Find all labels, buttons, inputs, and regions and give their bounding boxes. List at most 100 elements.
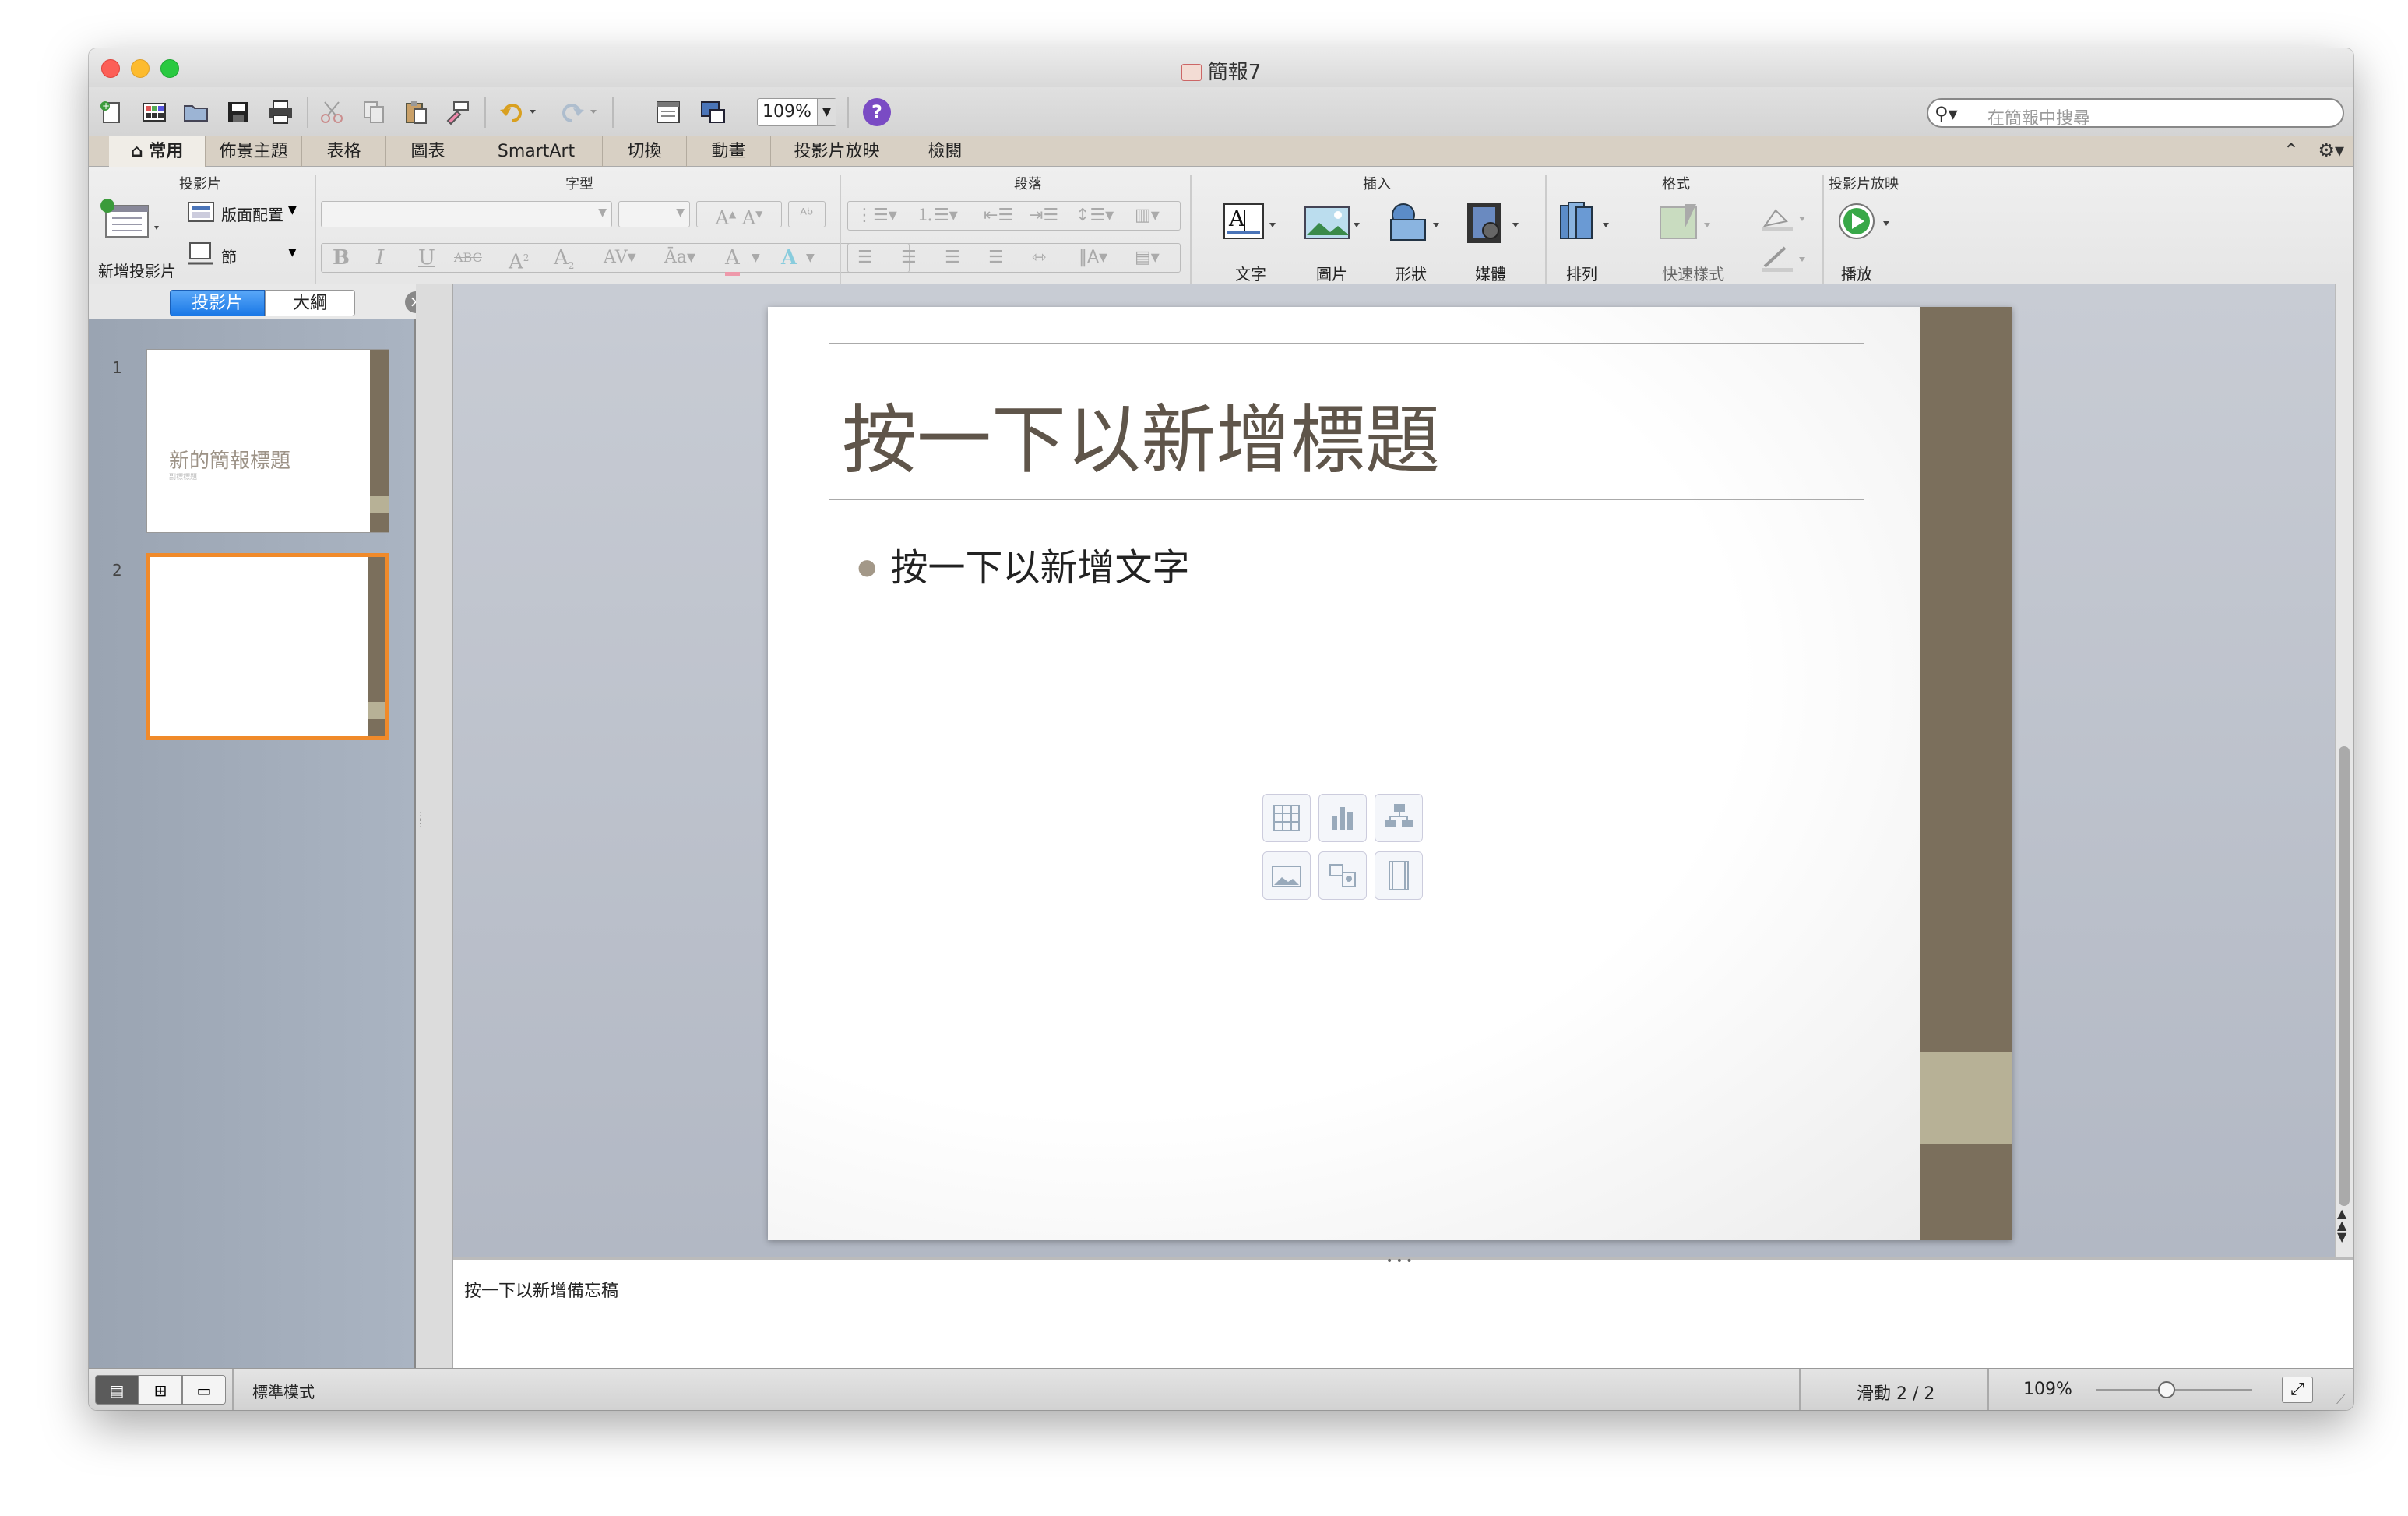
new-slide-button[interactable]: 新增投影片 bbox=[97, 196, 176, 282]
print-icon[interactable] bbox=[265, 97, 296, 128]
undo-icon[interactable] bbox=[497, 97, 544, 128]
zoom-slider[interactable] bbox=[2096, 1381, 2252, 1398]
increase-indent-icon[interactable]: ⇥☰ bbox=[1029, 202, 1058, 230]
insert-smartart-icon[interactable] bbox=[1375, 794, 1423, 842]
insert-media-button[interactable]: 媒體 bbox=[1459, 199, 1537, 285]
play-button[interactable]: 播放 bbox=[1829, 199, 1906, 285]
font-size-grow-shrink-buttons[interactable]: A▲ A▼ bbox=[696, 201, 782, 229]
quick-styles-button[interactable]: 快速樣式 bbox=[1639, 199, 1748, 285]
tab-review[interactable]: 檢閱 bbox=[903, 136, 987, 167]
tab-slides[interactable]: 投影片 bbox=[170, 290, 265, 316]
align-right-icon[interactable]: ☰ bbox=[945, 244, 960, 272]
insert-picture-icon[interactable] bbox=[1262, 851, 1311, 900]
align-center-icon[interactable]: ☰ bbox=[901, 244, 917, 272]
notes-resize-handle-icon[interactable]: • • • bbox=[1386, 1255, 1413, 1267]
slide-thumbnail-1[interactable]: 新的簡報標題 副標標題 bbox=[146, 349, 389, 533]
slide-show-setup-icon[interactable] bbox=[653, 97, 684, 128]
justify-icon[interactable]: ☰ bbox=[988, 244, 1004, 272]
previous-next-slide-icon[interactable]: ▲ ▲ ▼ bbox=[2337, 1208, 2346, 1243]
distribute-icon[interactable]: ⇿ bbox=[1032, 244, 1046, 272]
save-icon[interactable] bbox=[223, 97, 254, 128]
font-style-buttons[interactable]: B I U ABC A2 A2 AV▾ Āa▾ A ▼ A ▼ bbox=[321, 243, 910, 276]
tab-home[interactable]: ⌂ 常用 bbox=[109, 136, 206, 167]
insert-table-icon[interactable] bbox=[1262, 794, 1311, 842]
columns-icon[interactable]: ▥▾ bbox=[1135, 202, 1160, 230]
numbering-icon[interactable]: ⒈☰▾ bbox=[917, 202, 958, 230]
vertical-scrollbar[interactable]: ▲ ▲ ▼ bbox=[2335, 284, 2353, 1257]
tab-slide-show[interactable]: 投影片放映 bbox=[771, 136, 903, 167]
strikethrough-icon[interactable]: ABC bbox=[454, 244, 482, 272]
insert-clip-art-icon[interactable] bbox=[1318, 851, 1367, 900]
gallery-icon[interactable] bbox=[139, 97, 170, 128]
arrange-button[interactable]: 排列 bbox=[1554, 199, 1632, 285]
copy-icon[interactable] bbox=[358, 97, 389, 128]
insert-movie-icon[interactable] bbox=[1375, 851, 1423, 900]
text-direction-icon[interactable]: ‖A▾ bbox=[1079, 244, 1107, 272]
fit-to-window-icon[interactable]: ⤢ bbox=[2282, 1377, 2313, 1403]
collapse-ribbon-icon[interactable]: ⌃ bbox=[2283, 139, 2299, 161]
shape-outline-icon[interactable] bbox=[1754, 243, 1816, 274]
zoom-dropdown-icon[interactable]: ▼ bbox=[817, 99, 836, 125]
list-buttons[interactable]: ⋮☰▾ ⒈☰▾ ⇤☰ ⇥☰ ↕☰▾ ▥▾ bbox=[847, 201, 1181, 231]
text-effects-icon[interactable]: A bbox=[781, 244, 797, 272]
character-spacing-icon[interactable]: AV▾ bbox=[604, 244, 636, 272]
gear-icon[interactable]: ⚙▾ bbox=[2318, 139, 2344, 161]
change-case-icon[interactable]: Āa▾ bbox=[664, 244, 695, 272]
notes-pane[interactable]: • • • 按一下以新增備忘稿 bbox=[453, 1255, 2353, 1370]
new-document-icon[interactable]: + bbox=[97, 97, 128, 128]
tab-transitions[interactable]: 切換 bbox=[603, 136, 687, 167]
cut-icon[interactable] bbox=[316, 97, 347, 128]
slide-sorter-view-icon[interactable]: ⊞ bbox=[139, 1375, 182, 1405]
panel-splitter[interactable]: ⋮ ⋮ bbox=[416, 284, 453, 1368]
decrease-indent-icon[interactable]: ⇤☰ bbox=[984, 202, 1013, 230]
search-field[interactable]: ⚲▾ 在簡報中搜尋 bbox=[1927, 98, 2344, 129]
clear-formatting-icon[interactable]: ᴬᵇ bbox=[788, 201, 826, 227]
zoom-field[interactable]: 109% ▼ bbox=[757, 98, 836, 126]
help-icon[interactable]: ? bbox=[863, 98, 891, 126]
bold-icon[interactable]: B bbox=[333, 244, 350, 272]
align-left-icon[interactable]: ☰ bbox=[857, 244, 873, 272]
font-color-icon[interactable]: A bbox=[725, 244, 740, 276]
content-placeholder[interactable]: ● 按一下以新增文字 bbox=[829, 524, 1864, 1176]
tab-themes[interactable]: 佈景主題 bbox=[206, 136, 302, 167]
font-name-field[interactable]: ▼ bbox=[321, 201, 612, 227]
normal-view-icon[interactable]: ▤ bbox=[95, 1375, 139, 1405]
bullets-icon[interactable]: ⋮☰▾ bbox=[856, 202, 897, 230]
zoom-slider-knob[interactable] bbox=[2158, 1381, 2175, 1398]
slide-thumbnail-2[interactable] bbox=[146, 553, 389, 740]
resize-grip-icon[interactable]: ⟋ bbox=[2336, 1392, 2345, 1408]
insert-picture-label: 圖片 bbox=[1316, 265, 1347, 284]
paste-icon[interactable] bbox=[400, 97, 431, 128]
shape-fill-icon[interactable] bbox=[1754, 203, 1816, 234]
resize-handle-icon[interactable]: ⋮ ⋮ bbox=[416, 811, 425, 843]
scrollbar-thumb[interactable] bbox=[2339, 746, 2350, 1206]
subscript-icon[interactable]: A2 bbox=[554, 244, 574, 280]
align-text-icon[interactable]: ▤▾ bbox=[1135, 244, 1160, 272]
slide-show-view-icon[interactable]: ▭ bbox=[182, 1375, 226, 1405]
tab-tables[interactable]: 表格 bbox=[302, 136, 386, 167]
tab-animations[interactable]: 動畫 bbox=[687, 136, 771, 167]
font-size-field[interactable]: ▼ bbox=[618, 201, 690, 227]
title-placeholder[interactable]: 按一下以新增標題 bbox=[829, 343, 1864, 500]
section-button[interactable]: 節 ▼ bbox=[187, 242, 304, 270]
line-spacing-icon[interactable]: ↕☰▾ bbox=[1076, 202, 1114, 230]
tab-smartart[interactable]: SmartArt bbox=[470, 136, 603, 167]
insert-chart-icon[interactable] bbox=[1318, 794, 1367, 842]
italic-icon[interactable]: I bbox=[376, 244, 384, 272]
insert-picture-button[interactable]: 圖片 bbox=[1301, 199, 1378, 285]
alignment-buttons[interactable]: ☰ ☰ ☰ ☰ ⇿ ‖A▾ ▤▾ bbox=[847, 243, 1181, 273]
body-placeholder-text: 按一下以新增文字 bbox=[890, 546, 1190, 590]
superscript-icon[interactable]: A2 bbox=[509, 244, 529, 277]
underline-icon[interactable]: U bbox=[418, 244, 435, 272]
format-painter-icon[interactable] bbox=[442, 97, 474, 128]
presenter-view-icon[interactable] bbox=[698, 97, 729, 128]
layout-button[interactable]: 版面配置 ▼ bbox=[187, 199, 304, 227]
open-folder-icon[interactable] bbox=[181, 97, 212, 128]
insert-text-button[interactable]: A 文字 bbox=[1220, 199, 1297, 285]
redo-icon[interactable] bbox=[554, 97, 601, 128]
tab-outline[interactable]: 大綱 bbox=[265, 290, 355, 316]
search-icon[interactable]: ⚲▾ bbox=[1934, 103, 1958, 125]
tab-charts[interactable]: 圖表 bbox=[386, 136, 470, 167]
current-slide[interactable]: 按一下以新增標題 ● 按一下以新增文字 bbox=[768, 307, 2012, 1240]
insert-shape-button[interactable]: 形狀 bbox=[1380, 199, 1458, 285]
